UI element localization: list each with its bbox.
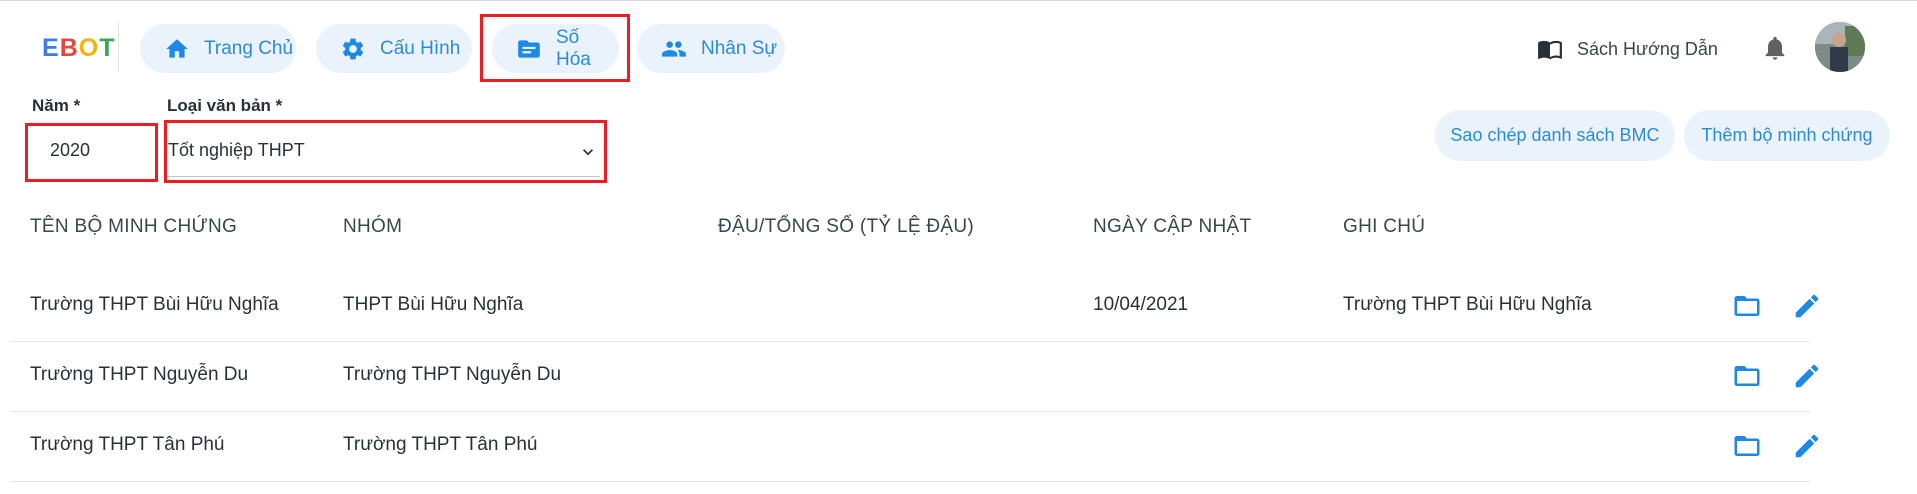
add-evidence-set-button[interactable]: Thêm bộ minh chứng — [1684, 110, 1890, 161]
open-folder-button[interactable] — [1732, 291, 1762, 321]
nav-cau-hinh-label: Cấu Hình — [380, 37, 461, 59]
pencil-icon — [1795, 364, 1819, 388]
column-header-updated: NGÀY CẬP NHẬT — [1093, 216, 1252, 237]
edit-button[interactable] — [1792, 291, 1822, 321]
folder-doc-icon — [518, 39, 540, 58]
nav-nhan-su-button[interactable]: Nhân Sự — [637, 24, 785, 73]
avatar-photo — [1815, 22, 1865, 72]
table-row[interactable]: Trường THPT Bùi Hữu Nghĩa THPT Bùi Hữu N… — [10, 272, 1819, 342]
nav-so-hoa-button[interactable]: Số Hóa — [492, 24, 619, 73]
table-row[interactable]: Trường THPT Tân Phú Trường THPT Tân Phú — [10, 412, 1819, 482]
row-note-cell: Trường THPT Bùi Hữu Nghĩa — [1343, 294, 1592, 315]
row-group-cell: Trường THPT Tân Phú — [343, 434, 538, 455]
notification-button[interactable] — [1761, 33, 1789, 63]
nav-trang-chu-button[interactable]: Trang Chủ — [140, 24, 296, 73]
table-row[interactable]: Trường THPT Nguyễn Du Trường THPT Nguyễn… — [10, 342, 1819, 412]
people-icon — [662, 40, 686, 57]
logo-letter-b: B — [59, 34, 79, 62]
row-name-cell: Trường THPT Nguyễn Du — [30, 364, 249, 385]
document-type-select[interactable]: Tốt nghiệp THPT — [168, 140, 305, 161]
nav-nhan-su-label: Nhân Sự — [701, 37, 778, 59]
column-header-pass-ratio: ĐẬU/TỔNG SỐ (TỶ LỆ ĐẬU) — [718, 216, 975, 237]
book-icon — [1538, 40, 1562, 60]
edit-button[interactable] — [1792, 431, 1822, 461]
top-border — [0, 0, 1917, 3]
logo-divider — [118, 22, 119, 72]
column-header-name: TÊN BỘ MINH CHỨNG — [30, 216, 238, 237]
nav-cau-hinh-button[interactable]: Cấu Hình — [316, 24, 472, 73]
folder-icon — [1734, 296, 1760, 316]
row-group-cell: THPT Bùi Hữu Nghĩa — [343, 294, 524, 315]
year-label: Năm * — [32, 96, 81, 115]
logo-letter-e: E — [42, 34, 60, 62]
document-type-label: Loại văn bản * — [167, 96, 283, 115]
logo-letter-t: T — [99, 34, 116, 62]
copy-bmc-list-button[interactable]: Sao chép danh sách BMC — [1435, 110, 1675, 161]
row-name-cell: Trường THPT Bùi Hữu Nghĩa — [30, 294, 279, 315]
guide-link[interactable]: Sách Hướng Dẫn — [1537, 36, 1718, 62]
column-header-group: NHÓM — [343, 216, 403, 237]
column-header-note: GHI CHÚ — [1343, 216, 1426, 237]
user-avatar[interactable] — [1815, 22, 1865, 72]
year-field[interactable]: 2020 — [50, 140, 90, 161]
folder-icon — [1734, 366, 1760, 386]
pencil-icon — [1795, 294, 1819, 318]
nav-trang-chu-label: Trang Chủ — [204, 37, 294, 59]
guide-label: Sách Hướng Dẫn — [1577, 38, 1718, 59]
nav-so-hoa-label: Số Hóa — [556, 26, 591, 70]
year-highlight-box — [25, 123, 158, 182]
pencil-icon — [1795, 434, 1819, 458]
row-name-cell: Trường THPT Tân Phú — [30, 434, 225, 455]
chevron-down-icon — [583, 149, 593, 156]
document-type-dropdown-toggle[interactable] — [578, 142, 598, 162]
open-folder-button[interactable] — [1732, 361, 1762, 391]
row-group-cell: Trường THPT Nguyễn Du — [343, 364, 562, 385]
document-type-underline — [166, 176, 600, 177]
row-updated-cell: 10/04/2021 — [1093, 294, 1189, 315]
bell-icon — [1765, 36, 1785, 60]
logo-letter-o: O — [78, 34, 100, 62]
open-folder-button[interactable] — [1732, 431, 1762, 461]
gear-icon — [342, 38, 364, 59]
edit-button[interactable] — [1792, 361, 1822, 391]
ebot-logo[interactable]: EBOT — [42, 34, 115, 63]
folder-icon — [1734, 436, 1760, 456]
home-icon — [166, 38, 188, 58]
